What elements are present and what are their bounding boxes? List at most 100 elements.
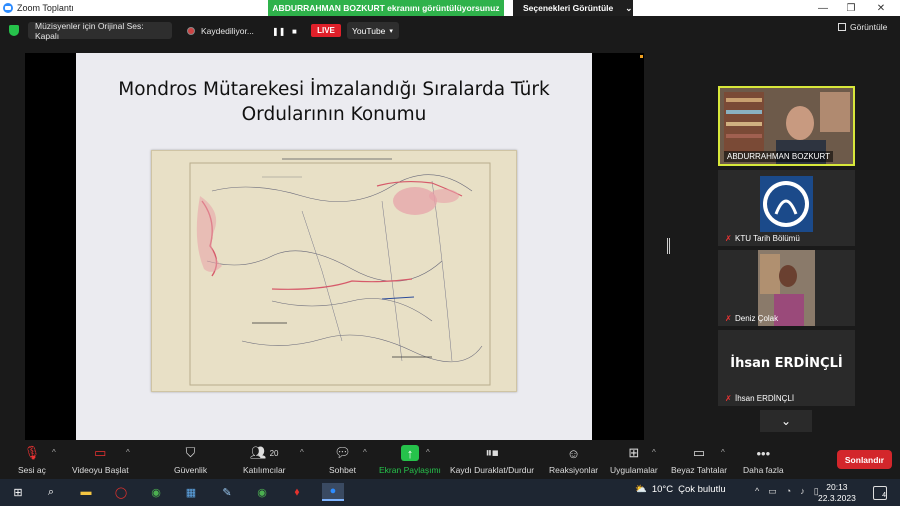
start-video-button[interactable]: ▭ Videoyu Başlat	[72, 445, 129, 475]
caret-down-icon: ▾	[389, 27, 393, 35]
participant-tile[interactable]: ✗ KTU Tarih Bölümü	[718, 170, 855, 246]
recording-indicator: Kaydediliyor...	[180, 22, 306, 39]
stream-target-label: YouTube	[352, 25, 386, 36]
participant-name: ✗ KTU Tarih Bölümü	[722, 233, 803, 244]
stop-recording-icon[interactable]: ■	[292, 27, 297, 36]
mic-muted-icon: ✗	[725, 394, 732, 403]
whiteboard-icon: ▭	[692, 445, 706, 460]
encryption-shield-icon[interactable]	[9, 25, 19, 36]
original-sound-label: Müzisyenler için Orijinal Ses: Kapalı	[35, 20, 144, 41]
view-options-label: Seçenekleri Görüntüle	[523, 3, 614, 13]
reactions-button[interactable]: ☺ Reaksiyonlar	[549, 445, 599, 476]
share-banner: ABDURRAHMAN BOZKURT ekranını görüntülüyo…	[268, 0, 504, 16]
share-screen-button[interactable]: ↑ Ekran Paylaşımı	[379, 445, 441, 475]
participant-name: ✗ İhsan ERDİNÇLİ	[722, 393, 797, 404]
more-dots-icon: •••	[756, 445, 771, 461]
map-drawing	[189, 158, 491, 386]
reactions-label: Reaksiyonlar	[549, 465, 599, 475]
chevron-down-icon[interactable]: ⌄	[760, 410, 812, 432]
panel-resize-handle[interactable]	[667, 238, 670, 254]
caret-up-icon[interactable]: ^	[300, 448, 304, 457]
participant-name: ✗ Deniz Çolak	[722, 313, 781, 324]
participants-label: Katılımcılar	[243, 465, 286, 475]
participant-tile[interactable]: ABDURRAHMAN BOZKURT	[718, 86, 855, 166]
network-icon[interactable]: ▭	[768, 486, 777, 497]
chrome-icon[interactable]: ◉	[147, 483, 165, 501]
zoom-taskbar-icon[interactable]: ●	[322, 483, 344, 501]
slide-title-line-2: Ordularının Konumu	[241, 104, 427, 125]
cloud-sun-icon: ⛅	[635, 484, 647, 495]
caret-up-icon[interactable]: ^	[426, 448, 430, 457]
chat-icon: 💬︎	[334, 445, 351, 460]
mic-muted-icon: ✗	[725, 234, 732, 243]
mic-muted-icon: ✗	[725, 314, 732, 323]
original-sound-button[interactable]: Müzisyenler için Orijinal Ses: Kapalı	[28, 20, 172, 41]
clock-time: 20:13	[826, 482, 848, 492]
paint-icon[interactable]: ✎	[218, 483, 236, 501]
view-layout-icon	[838, 23, 846, 31]
unmute-button[interactable]: 🎙︎ Sesi aç	[18, 445, 46, 475]
chrome-profile-icon[interactable]: ◉	[253, 483, 271, 501]
opera-icon[interactable]: ◯	[112, 483, 130, 501]
live-badge[interactable]: LIVE	[311, 24, 341, 37]
restore-icon[interactable]: ❐	[836, 0, 866, 16]
caret-up-icon[interactable]: ^	[652, 448, 656, 457]
minimize-icon[interactable]: —	[808, 0, 838, 16]
notification-count: 4	[882, 492, 886, 499]
security-button[interactable]: ⛉ Güvenlik	[174, 445, 207, 475]
participant-tile[interactable]: ✗ Deniz Çolak	[718, 250, 855, 326]
zoom-logo-icon	[3, 3, 13, 13]
view-options-button[interactable]: Seçenekleri Görüntüle ⌄	[513, 0, 633, 16]
chevron-down-icon: ⌄	[625, 2, 633, 13]
caret-up-icon[interactable]: ^	[721, 448, 725, 457]
participants-icon: 👥︎ 20	[250, 445, 279, 460]
caret-up-icon[interactable]: ^	[363, 448, 367, 457]
stream-target-dropdown[interactable]: YouTube ▾	[347, 22, 399, 39]
more-button[interactable]: ••• Daha fazla	[743, 445, 784, 476]
apps-icon: ⊞	[628, 445, 640, 460]
caret-up-icon[interactable]: ^	[126, 448, 130, 457]
notifications-icon[interactable]: 4	[873, 486, 887, 500]
pause-recording-icon[interactable]: ❚❚	[272, 27, 285, 36]
search-icon[interactable]: ⌕	[42, 483, 60, 501]
calculator-icon[interactable]: ▦	[182, 483, 200, 501]
caret-up-icon[interactable]: ^	[52, 448, 56, 457]
smiley-icon: ☺	[566, 445, 581, 461]
participants-button[interactable]: 👥︎ 20 Katılımcılar	[243, 445, 286, 475]
view-button[interactable]: Görüntüle	[838, 22, 887, 32]
acrobat-icon[interactable]: ⬧	[288, 483, 306, 501]
clock-date: 22.3.2023	[818, 493, 856, 503]
participant-tile[interactable]: İhsan ERDİNÇLİ ✗ İhsan ERDİNÇLİ	[718, 330, 855, 406]
security-label: Güvenlik	[174, 465, 208, 475]
slide-title: Mondros Mütarekesi İmzalandığı Sıralarda…	[76, 77, 592, 127]
window-title: Zoom Toplantı	[17, 3, 74, 13]
share-screen-icon: ↑	[400, 445, 419, 461]
volume-icon[interactable]: ♪	[800, 486, 805, 497]
shield-icon: ⛉	[185, 445, 196, 460]
presentation-slide: Mondros Mütarekesi İmzalandığı Sıralarda…	[76, 53, 592, 440]
participant-name: ABDURRAHMAN BOZKURT	[724, 151, 833, 162]
whiteboards-button[interactable]: ▭ Beyaz Tahtalar	[671, 445, 727, 475]
participant-name-text: Deniz Çolak	[735, 314, 779, 323]
slide-title-line-1: Mondros Mütarekesi İmzalandığı Sıralarda…	[118, 79, 550, 100]
start-video-label: Videoyu Başlat	[72, 465, 129, 475]
windows-start-icon[interactable]: ⊞	[9, 483, 27, 501]
pause-stop-icon: ⏸︎⏹︎	[485, 445, 499, 460]
taskbar-clock[interactable]: 20:13 22.3.2023	[818, 482, 856, 504]
end-meeting-button[interactable]: Sonlandır	[837, 450, 892, 469]
chat-button[interactable]: 💬︎ Sohbet	[329, 445, 356, 475]
pause-stop-recording-button[interactable]: ⏸︎⏹︎ Kaydı Duraklat/Durdur	[450, 445, 534, 475]
unmute-label: Sesi aç	[18, 465, 46, 475]
wifi-icon[interactable]: ◔	[786, 486, 791, 497]
weather-widget[interactable]: ⛅ 10°C Çok bulutlu	[635, 484, 726, 495]
participant-name-text: İhsan ERDİNÇLİ	[735, 394, 795, 403]
file-explorer-icon[interactable]: ▬	[77, 483, 95, 501]
system-tray: ^ ▭ ◔ ♪ ▯	[755, 486, 819, 497]
share-screen-label: Ekran Paylaşımı	[379, 465, 441, 475]
tray-expand-icon[interactable]: ^	[755, 486, 759, 497]
apps-button[interactable]: ⊞ Uygulamalar	[610, 445, 658, 475]
participant-name-text: KTU Tarih Bölümü	[735, 234, 800, 243]
pause-stop-label: Kaydı Duraklat/Durdur	[450, 465, 535, 475]
close-icon[interactable]: ✕	[866, 0, 896, 16]
video-off-icon: ▭	[94, 445, 107, 460]
